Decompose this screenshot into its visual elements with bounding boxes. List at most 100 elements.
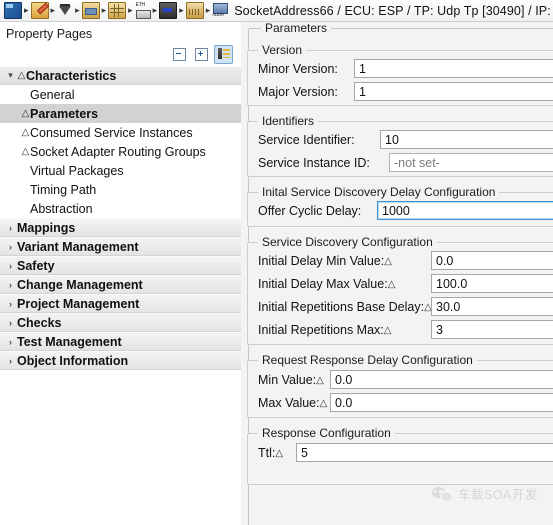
tree-item-project-management[interactable]: › Project Management <box>0 294 241 313</box>
initial-delay-min-input[interactable] <box>431 251 553 270</box>
initial-delay-min-label: Initial Delay Min Value: <box>258 254 385 268</box>
tree-item-label: Virtual Packages <box>30 163 124 178</box>
offer-cyclic-delay-input[interactable] <box>377 201 553 220</box>
version-group-legend: Version <box>258 43 307 57</box>
tree-item-parameters[interactable]: △ Parameters <box>0 104 241 123</box>
major-version-input[interactable] <box>354 82 553 101</box>
service-instance-id-input[interactable] <box>389 153 553 172</box>
chevron-right-icon[interactable]: › <box>4 337 17 347</box>
breadcrumb-item-matrix[interactable] <box>106 1 128 21</box>
tree-item-label: Mappings <box>17 220 76 235</box>
response-group-legend: Response Configuration <box>258 426 395 440</box>
tree-item-safety[interactable]: › Safety <box>0 256 241 275</box>
tree-item-checks[interactable]: › Checks <box>0 313 241 332</box>
chevron-right-icon[interactable]: › <box>4 223 17 233</box>
tree-item-label: Checks <box>17 315 62 330</box>
tree-item-test-management[interactable]: › Test Management <box>0 332 241 351</box>
offer-cyclic-delay-label: Offer Cyclic Delay: <box>258 204 362 218</box>
initial-discovery-group-legend: Inital Service Discovery Delay Configura… <box>258 185 500 199</box>
expand-all-icon <box>195 47 208 61</box>
breadcrumb-item-ethernet[interactable] <box>133 1 153 21</box>
initial-delay-max-input[interactable] <box>431 274 553 293</box>
property-pages-tree: ▾ △ Characteristics General △ Parameters △ Con… <box>0 66 241 370</box>
tree-item-label: General <box>30 87 75 102</box>
tree-item-abstraction[interactable]: Abstraction <box>0 199 241 218</box>
flask-icon <box>57 3 73 18</box>
breadcrumb-item-ecu[interactable] <box>80 1 102 21</box>
breadcrumb-title: SocketAddress66 / ECU: ESP / TP: Udp Tp … <box>234 3 553 18</box>
identifiers-group-legend: Identifiers <box>258 114 319 128</box>
expand-all-button[interactable] <box>192 45 211 64</box>
tree-item-label: Parameters <box>30 106 99 121</box>
edit-document-icon <box>30 2 49 19</box>
matrix-grid-icon <box>108 2 127 19</box>
tree-item-consumed-service-instances[interactable]: △ Consumed Service Instances <box>0 123 241 142</box>
tree-item-object-information[interactable]: › Object Information <box>0 351 241 370</box>
initial-repetitions-max-input[interactable] <box>431 320 553 339</box>
delta-marker-icon: △ <box>275 447 284 459</box>
tree-item-general[interactable]: General <box>0 85 241 104</box>
collapse-all-button[interactable] <box>170 45 189 64</box>
application-window: SocketAddress66 / ECU: ESP / TP: Udp Tp … <box>0 0 553 525</box>
chevron-right-icon[interactable]: › <box>4 299 17 309</box>
chevron-right-icon[interactable]: › <box>4 280 17 290</box>
ethernet-cluster-icon <box>135 2 151 19</box>
response-group: Response Configuration Ttl: △ <box>247 426 553 485</box>
initial-delay-max-label: Initial Delay Max Value: <box>258 277 388 291</box>
tree-item-label: Project Management <box>17 296 140 311</box>
tree-item-change-management[interactable]: › Change Management <box>0 275 241 294</box>
tree-item-virtual-packages[interactable]: Virtual Packages <box>0 161 241 180</box>
major-version-label: Major Version: <box>258 85 338 99</box>
chevron-right-icon[interactable]: › <box>4 261 17 271</box>
chevron-right-icon[interactable]: › <box>4 318 17 328</box>
tree-item-label: Variant Management <box>17 239 139 254</box>
tree-item-mappings[interactable]: › Mappings <box>0 218 241 237</box>
tree-item-label: Object Information <box>17 353 129 368</box>
service-discovery-group-legend: Service Discovery Configuration <box>258 235 437 249</box>
tree-item-label: Change Management <box>17 277 143 292</box>
breadcrumb-item-socket-address[interactable] <box>210 1 230 21</box>
ttl-input[interactable] <box>296 443 553 462</box>
service-instance-id-label: Service Instance ID: <box>258 156 370 170</box>
tree-item-characteristics[interactable]: ▾ △ Characteristics <box>0 66 241 85</box>
initial-discovery-group: Inital Service Discovery Delay Configura… <box>247 185 553 227</box>
minor-version-input[interactable] <box>354 59 553 78</box>
initial-repetitions-base-delay-input[interactable] <box>431 297 553 316</box>
service-identifier-label: Service Identifier: <box>258 133 355 147</box>
breadcrumb-item-flask[interactable] <box>55 1 75 21</box>
service-discovery-group: Service Discovery Configuration Initial … <box>247 235 553 345</box>
breadcrumb: SocketAddress66 / ECU: ESP / TP: Udp Tp … <box>0 0 553 22</box>
link-with-editor-button[interactable] <box>214 44 233 64</box>
breadcrumb-item-network[interactable] <box>184 1 206 21</box>
project-icon <box>4 2 22 19</box>
breadcrumb-item-project[interactable] <box>2 1 24 21</box>
delta-marker-icon: △ <box>387 278 396 290</box>
minor-version-label: Minor Version: <box>258 62 338 76</box>
tree-item-variant-management[interactable]: › Variant Management <box>0 237 241 256</box>
tree-item-timing-path[interactable]: Timing Path <box>0 180 241 199</box>
breadcrumb-item-edit-document[interactable] <box>29 1 51 21</box>
chevron-right-icon[interactable]: › <box>4 242 17 252</box>
chevron-down-icon[interactable]: ▾ <box>4 70 17 81</box>
max-value-label: Max Value: <box>258 396 320 410</box>
min-value-label: Min Value: <box>258 373 317 387</box>
max-value-input[interactable] <box>330 393 553 412</box>
collapse-all-icon <box>173 47 186 61</box>
delta-marker-icon: △ <box>316 374 324 386</box>
tree-item-socket-adapter-routing-groups[interactable]: △ Socket Adapter Routing Groups <box>0 142 241 161</box>
delta-marker-icon: △ <box>21 146 30 157</box>
breadcrumb-item-module[interactable] <box>157 1 179 21</box>
tree-item-label: Abstraction <box>30 201 93 216</box>
service-identifier-input[interactable] <box>380 130 553 149</box>
parameters-groupbox-legend: Parameters <box>261 22 332 35</box>
property-pages-title: Property Pages <box>6 27 93 41</box>
request-response-group-legend: Request Response Delay Configuration <box>258 353 477 367</box>
tree-item-label: Socket Adapter Routing Groups <box>30 144 206 159</box>
delta-marker-icon: △ <box>21 108 30 119</box>
chevron-right-icon[interactable]: › <box>4 356 17 366</box>
identifiers-group: Identifiers Service Identifier: Service … <box>247 114 553 177</box>
min-value-input[interactable] <box>330 370 553 389</box>
